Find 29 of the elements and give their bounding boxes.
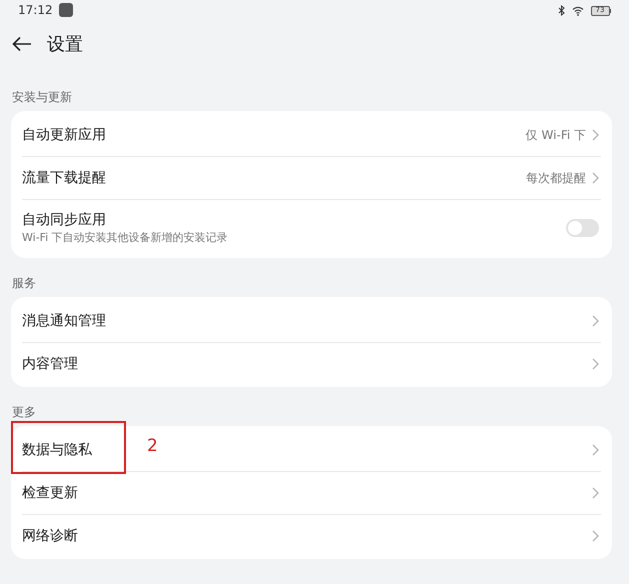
status-time: 17:12 bbox=[18, 2, 53, 18]
row-label[interactable]: 检查更新 bbox=[22, 484, 78, 502]
chevron-right-icon bbox=[592, 314, 599, 326]
page-title: 设置 bbox=[47, 32, 83, 56]
chevron-right-icon bbox=[592, 487, 599, 499]
row-value: 仅 Wi-Fi 下 bbox=[526, 126, 586, 144]
row-label[interactable]: 流量下载提醒 bbox=[22, 169, 106, 187]
chevron-right-icon bbox=[592, 358, 599, 370]
back-arrow-icon[interactable] bbox=[12, 36, 32, 52]
row-label[interactable]: 自动同步应用 bbox=[22, 211, 228, 229]
row-value: 每次都提醒 bbox=[526, 170, 586, 187]
row-description: Wi-Fi 下自动安装其他设备新增的安装记录 bbox=[22, 231, 228, 245]
wifi-icon bbox=[572, 6, 584, 16]
row-label[interactable]: 内容管理 bbox=[22, 355, 78, 373]
section-header: 服务 bbox=[11, 275, 37, 292]
row-label[interactable]: 自动更新应用 bbox=[22, 126, 106, 144]
row-label[interactable]: 数据与隐私 bbox=[22, 440, 92, 458]
chevron-right-icon bbox=[592, 444, 599, 456]
annotation-number: 2 bbox=[147, 435, 158, 458]
chevron-right-icon bbox=[592, 128, 599, 140]
section-header: 安装与更新 bbox=[11, 89, 73, 106]
toggle-switch[interactable] bbox=[566, 219, 599, 237]
chevron-right-icon bbox=[592, 172, 599, 184]
row-label[interactable]: 消息通知管理 bbox=[22, 312, 106, 330]
bluetooth-icon bbox=[558, 5, 564, 16]
chevron-right-icon bbox=[592, 530, 599, 542]
row-label[interactable]: 网络诊断 bbox=[22, 527, 78, 545]
app-notification-icon bbox=[58, 2, 73, 16]
section-header: 更多 bbox=[11, 404, 37, 421]
